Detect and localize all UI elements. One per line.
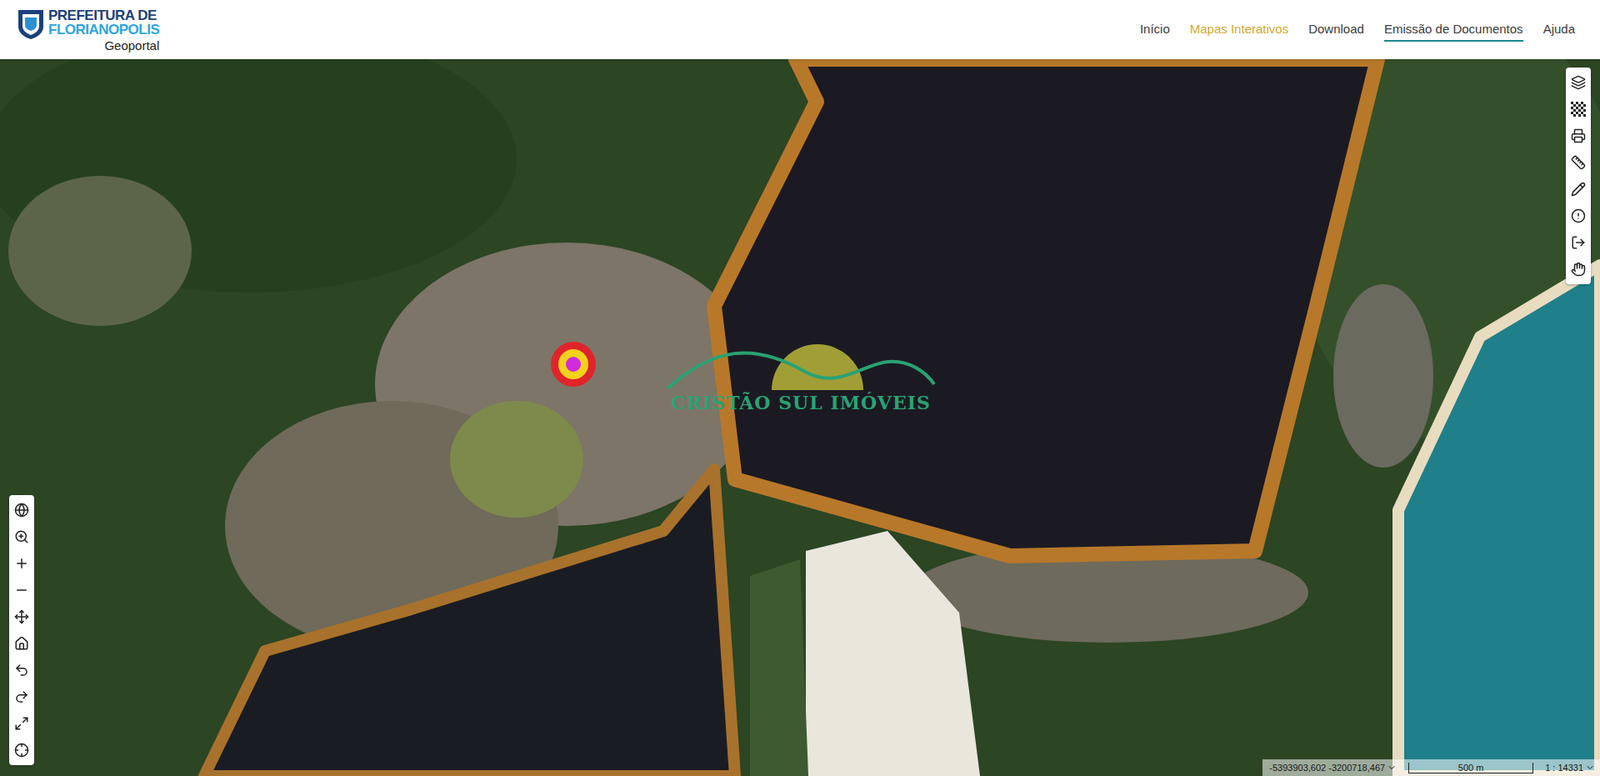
- minus-icon: [14, 582, 30, 598]
- layers-button[interactable]: [1566, 70, 1590, 95]
- locate-button[interactable]: [10, 738, 34, 762]
- ruler-icon: [1570, 155, 1586, 170]
- marker-ring: [558, 349, 589, 380]
- logo-subtitle: Geoportal: [48, 39, 160, 52]
- watermark-text: CRISTÃO SUL IMÓVEIS: [670, 391, 931, 414]
- logo[interactable]: PREFEITURA DEFLORIANOPOLIS Geoportal: [16, 8, 160, 52]
- pan-button[interactable]: [1566, 257, 1590, 281]
- zoom-icon: [14, 529, 30, 545]
- watermark-hills-icon: [663, 338, 939, 397]
- export-icon: [1570, 235, 1586, 250]
- logo-line: FLORIANOPOLIS: [48, 22, 160, 37]
- home-icon: [14, 635, 30, 651]
- move-icon: [14, 609, 30, 625]
- zoom-box-button[interactable]: [10, 525, 34, 549]
- undo-icon: [14, 662, 30, 678]
- map-tools-toolbar: [1565, 67, 1591, 285]
- nav-link[interactable]: Download: [1308, 18, 1365, 42]
- nav-link[interactable]: Início: [1140, 18, 1170, 42]
- pencil-icon: [1570, 181, 1586, 197]
- transparency-icon: [1570, 101, 1586, 117]
- draw-button[interactable]: [1566, 177, 1590, 201]
- undo-button[interactable]: [10, 658, 34, 682]
- home-button[interactable]: [10, 631, 34, 655]
- logo-text: PREFEITURA DEFLORIANOPOLIS Geoportal: [48, 8, 160, 52]
- fullscreen-button[interactable]: [10, 711, 34, 735]
- globe-icon: [14, 502, 30, 518]
- layers-icon: [1570, 75, 1586, 90]
- transparency-button[interactable]: [1566, 97, 1590, 121]
- globe-button[interactable]: [10, 498, 34, 522]
- logo-line: PREFEITURA DE: [48, 8, 160, 23]
- scale-bar: 500 m: [1408, 762, 1534, 774]
- header: PREFEITURA DEFLORIANOPOLIS Geoportal Iníci…: [0, 0, 1600, 60]
- measure-button[interactable]: [1566, 150, 1590, 175]
- scale-select[interactable]: 1 : 14331: [1545, 762, 1595, 773]
- expand-icon: [14, 715, 30, 731]
- geoportal-page: PREFEITURA DEFLORIANOPOLIS Geoportal Iníci…: [0, 0, 1600, 776]
- marker-dot: [565, 356, 581, 372]
- status-bar: -5393903,602 -3200718,467 500 m 1 : 14331: [1262, 759, 1600, 776]
- zoom-out-button[interactable]: [10, 578, 34, 602]
- nav-link[interactable]: Emissão de Documentos: [1384, 18, 1524, 42]
- alert-icon: [1570, 208, 1586, 224]
- location-marker[interactable]: [550, 341, 596, 387]
- report-button[interactable]: [1566, 204, 1590, 228]
- print-button[interactable]: [1566, 124, 1590, 148]
- chevron-down-icon: [1585, 762, 1595, 773]
- nav-link[interactable]: Ajuda: [1543, 18, 1575, 42]
- crosshair-icon: [14, 742, 30, 758]
- export-button[interactable]: [1566, 230, 1590, 255]
- redo-icon: [14, 689, 30, 705]
- zoom-in-button[interactable]: [10, 551, 34, 575]
- coordinates-select[interactable]: -5393903,602 -3200718,467: [1269, 762, 1397, 773]
- plus-icon: [14, 555, 30, 571]
- nav: Início Mapas Interativos Download Emissão d…: [1140, 18, 1575, 42]
- redo-button[interactable]: [10, 685, 34, 709]
- city-shield-icon: [16, 8, 45, 40]
- chevron-down-icon: [1386, 762, 1397, 773]
- pan-button[interactable]: [10, 605, 34, 629]
- nav-link[interactable]: Mapas Interativos: [1190, 18, 1289, 42]
- printer-icon: [1570, 128, 1586, 144]
- watermark: CRISTÃO SUL IMÓVEIS: [663, 338, 939, 414]
- navigation-toolbar: [9, 495, 35, 765]
- map[interactable]: CRISTÃO SUL IMÓVEIS -5393903,602 -3200718…: [0, 59, 1600, 776]
- hand-icon: [1570, 261, 1586, 277]
- satellite-image: [0, 59, 1600, 776]
